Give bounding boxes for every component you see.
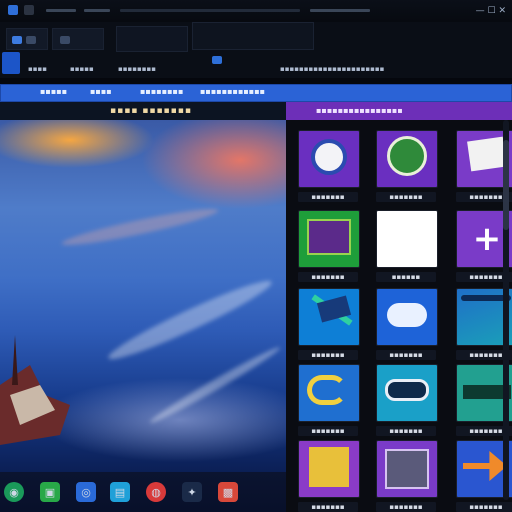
terminal-icon[interactable]: ▩	[218, 482, 238, 502]
app-glyph: ◍	[151, 485, 161, 499]
globe-icon[interactable]: ◉	[4, 482, 24, 502]
preview-image[interactable]	[0, 120, 286, 472]
gallery-item[interactable]: ▪▪▪▪▪▪▪	[298, 130, 360, 202]
preview-title: ▪▪▪▪ ▪▪▪▪▪▪▪	[110, 106, 192, 116]
ring-icon	[298, 364, 360, 422]
breadcrumb-item[interactable]: ▪▪▪▪▪▪▪▪▪▪▪▪	[200, 87, 265, 96]
toolbar-group[interactable]	[192, 22, 314, 50]
tab-label[interactable]: ▪▪▪▪	[28, 64, 47, 74]
paste-icon[interactable]	[60, 36, 70, 44]
poster-icon	[298, 440, 360, 498]
share-icon[interactable]	[212, 56, 222, 64]
gallery-item-caption: ▪▪▪▪▪▪▪	[298, 350, 358, 360]
scrollbar-thumb[interactable]	[503, 140, 509, 230]
app-glyph: ▤	[114, 485, 126, 499]
cloud-streak	[60, 203, 220, 251]
tab-label[interactable]: ▪▪▪▪▪▪▪▪	[118, 64, 156, 74]
tab-strip: ▪▪▪▪ ▪▪▪▪▪ ▪▪▪▪▪▪▪▪ ▪▪▪▪▪▪▪▪▪▪▪▪▪▪▪▪▪▪▪▪…	[0, 64, 512, 74]
store-icon[interactable]: ▤	[110, 482, 130, 502]
app-glyph: ✦	[187, 485, 197, 499]
gallery-item-caption: ▪▪▪▪▪▪▪	[376, 426, 436, 436]
toolbar-group[interactable]	[116, 26, 188, 52]
gallery-header: ▪▪▪▪▪▪▪▪▪▪▪▪▪▪▪▪	[286, 102, 512, 120]
title-bar: — ☐ ✕	[0, 0, 512, 23]
app-glyph: ◉	[9, 485, 19, 499]
app-icon[interactable]	[8, 5, 18, 15]
gallery-item-caption: ▪▪▪▪▪▪▪	[376, 502, 436, 512]
address-strip[interactable]	[120, 9, 300, 12]
copy-icon[interactable]	[26, 36, 36, 44]
cloud-streak	[147, 343, 283, 427]
ship-icon	[376, 364, 438, 422]
menu-item-placeholder[interactable]	[46, 9, 76, 12]
gallery-header-label: ▪▪▪▪▪▪▪▪▪▪▪▪▪▪▪▪	[316, 106, 403, 115]
chat-icon[interactable]: ◍	[146, 482, 166, 502]
cloud-icon	[376, 288, 438, 346]
gallery-item[interactable]: ▪▪▪▪▪▪▪	[298, 210, 360, 282]
gallery-item-caption: ▪▪▪▪▪▪▪	[376, 192, 436, 202]
preview-header: ▪▪▪▪ ▪▪▪▪▪▪▪	[0, 102, 286, 120]
gallery-item-caption: ▪▪▪▪▪▪▪	[456, 502, 512, 512]
gallery-item-caption: ▪▪▪▪▪▪	[376, 272, 436, 282]
folder-icon[interactable]: ▣	[40, 482, 60, 502]
gallery-scrollbar[interactable]	[503, 120, 509, 500]
tab-label[interactable]: ▪▪▪▪▪▪▪▪▪▪▪▪▪▪▪▪▪▪▪▪▪▪	[280, 64, 384, 74]
paint-icon[interactable]: ✦	[182, 482, 202, 502]
badge-icon	[376, 130, 438, 188]
blank-page-icon	[376, 210, 438, 268]
gallery-item[interactable]: ▪▪▪▪▪▪▪	[376, 288, 438, 360]
gallery-item-caption: ▪▪▪▪▪▪▪	[298, 426, 358, 436]
gallery-panel: ▪▪▪▪▪▪▪▪▪▪▪▪▪▪▪▪ ▪▪▪▪▪▪▪ ▪▪▪▪▪▪▪ ▪▪▪▪▪▪▪…	[286, 102, 512, 512]
cloud-streak	[104, 272, 276, 368]
app-glyph: ◎	[81, 485, 91, 499]
breadcrumb-item[interactable]: ▪▪▪▪▪	[40, 87, 67, 96]
gallery-item[interactable]: ▪▪▪▪▪▪▪	[298, 364, 360, 436]
gallery-item-caption: ▪▪▪▪▪▪▪	[298, 502, 358, 512]
menu-item-placeholder[interactable]	[310, 9, 370, 12]
menu-item-placeholder[interactable]	[84, 9, 110, 12]
breadcrumb-item[interactable]: ▪▪▪▪	[90, 87, 112, 96]
gallery-item[interactable]: ▪▪▪▪▪▪▪	[376, 364, 438, 436]
breadcrumb-item[interactable]: ▪▪▪▪▪▪▪▪	[140, 87, 183, 96]
ship-illustration	[0, 335, 70, 445]
app-glyph: ▩	[222, 485, 234, 499]
photo-icon	[376, 440, 438, 498]
cut-icon[interactable]	[12, 36, 22, 44]
gallery-item-caption: ▪▪▪▪▪▪▪	[298, 192, 358, 202]
map-icon	[298, 210, 360, 268]
gallery-item[interactable]: ▪▪▪▪▪▪▪	[298, 288, 360, 360]
gallery-item[interactable]: ▪▪▪▪▪▪	[376, 210, 438, 282]
gallery-item-caption: ▪▪▪▪▪▪▪	[298, 272, 358, 282]
abstract-icon	[298, 288, 360, 346]
taskbar: ◉ ▣ ◎ ▤ ◍ ✦ ▩	[0, 472, 286, 512]
gallery-item[interactable]: ▪▪▪▪▪▪▪	[376, 440, 438, 512]
breadcrumb: ▪▪▪▪▪ ▪▪▪▪ ▪▪▪▪▪▪▪▪ ▪▪▪▪▪▪▪▪▪▪▪▪	[0, 84, 512, 102]
tab-label[interactable]: ▪▪▪▪▪	[70, 64, 94, 74]
media-icon[interactable]: ◎	[76, 482, 96, 502]
gallery-item[interactable]: ▪▪▪▪▪▪▪	[298, 440, 360, 512]
gallery-item-caption: ▪▪▪▪▪▪▪	[376, 350, 436, 360]
app-glyph: ▣	[44, 485, 56, 499]
menu-icon[interactable]	[24, 5, 34, 15]
gallery-item[interactable]: ▪▪▪▪▪▪▪	[376, 130, 438, 202]
window-controls[interactable]: — ☐ ✕	[476, 6, 506, 16]
disc-icon	[298, 130, 360, 188]
